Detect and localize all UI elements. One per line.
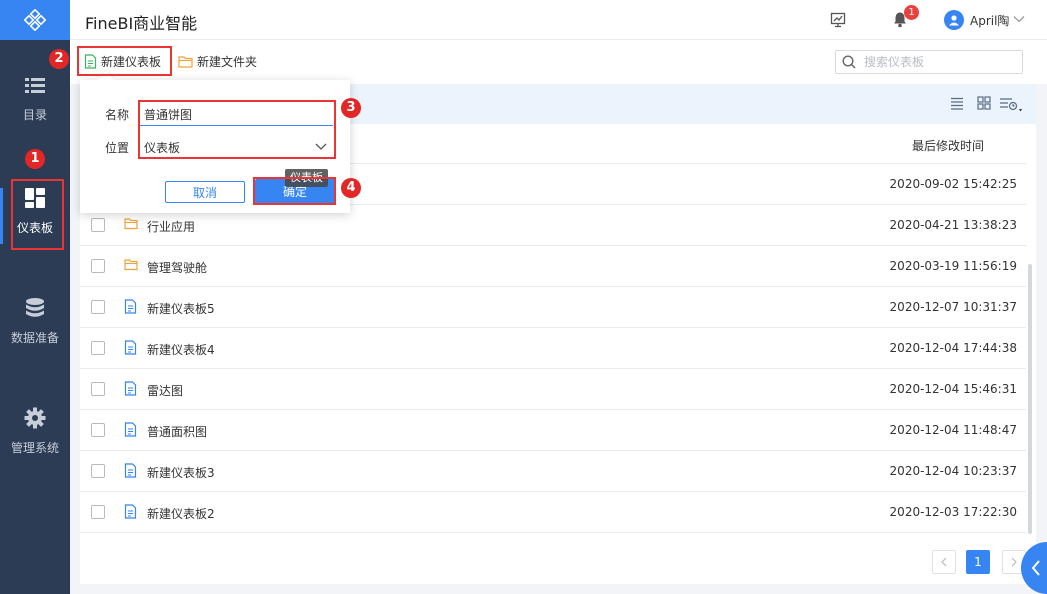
list-icon: [25, 78, 45, 93]
table-row[interactable]: 管理驾驶舱 2020-03-19 11:56:19: [80, 246, 1026, 287]
folder-icon: [124, 259, 138, 271]
table-row[interactable]: 新建仪表板3 2020-12-04 10:23:37: [80, 451, 1026, 492]
sidebar-item-label: 目录: [22, 108, 47, 122]
row-name[interactable]: 新建仪表板2: [147, 505, 215, 522]
row-modified-time: 2020-12-04 10:23:37: [889, 464, 1017, 478]
row-modified-time: 2020-03-19 11:56:19: [889, 259, 1017, 273]
chevron-left-icon: [1031, 560, 1040, 576]
annotation-box-new-dashboard: [77, 46, 172, 76]
chevron-down-icon[interactable]: [1013, 14, 1025, 24]
annotation-box-dashboard: [11, 179, 64, 250]
annotation-box-dialog-fields: [138, 100, 336, 159]
table-row[interactable]: 普通面积图 2020-12-04 11:48:47: [80, 410, 1026, 451]
step-marker-2: 2: [49, 49, 69, 69]
row-name[interactable]: 新建仪表板3: [147, 464, 215, 481]
row-name[interactable]: 新建仪表板4: [147, 341, 215, 358]
list-scrollbar[interactable]: [1028, 264, 1032, 534]
search-input[interactable]: [864, 55, 1014, 69]
folder-icon: [124, 218, 138, 230]
user-name[interactable]: April陶: [970, 12, 1009, 29]
row-modified-time: 2020-12-04 17:44:38: [889, 341, 1017, 355]
step-marker-1: 1: [25, 149, 45, 169]
row-modified-time: 2020-12-07 10:31:37: [889, 300, 1017, 314]
dashboard-file-icon: [124, 381, 137, 396]
sidebar: 目录 仪表板 数据准备 管理系统: [0, 0, 70, 594]
sidebar-item-admin[interactable]: 管理系统: [0, 407, 70, 456]
chevron-left-icon: [941, 557, 947, 567]
cancel-button[interactable]: 取消: [165, 181, 245, 203]
search-box[interactable]: [835, 50, 1023, 74]
last-modified-header[interactable]: 最后修改时间: [912, 137, 984, 154]
table-row[interactable]: 新建仪表板4 2020-12-04 17:44:38: [80, 328, 1026, 369]
app-logo[interactable]: [0, 0, 70, 40]
sidebar-item-label: 管理系统: [10, 441, 59, 455]
location-label: 位置: [105, 141, 130, 155]
table-row[interactable]: 新建仪表板2 2020-12-03 17:22:30: [80, 492, 1026, 533]
list-view-icon[interactable]: [950, 96, 964, 110]
dashboard-file-icon: [124, 340, 137, 355]
dashboard-file-icon: [124, 504, 137, 519]
row-checkbox[interactable]: [91, 464, 105, 478]
sidebar-item-catalog[interactable]: 目录: [0, 76, 70, 123]
row-checkbox[interactable]: [91, 382, 105, 396]
chevron-right-icon: [1011, 557, 1017, 567]
table-row[interactable]: 雷达图 2020-12-04 15:46:31: [80, 369, 1026, 410]
row-checkbox[interactable]: [91, 341, 105, 355]
gear-icon: [24, 407, 46, 429]
new-folder-button[interactable]: 新建文件夹: [178, 53, 257, 70]
dashboard-file-icon: [124, 422, 137, 437]
row-checkbox[interactable]: [91, 218, 105, 232]
new-folder-label: 新建文件夹: [197, 55, 258, 69]
row-name[interactable]: 行业应用: [147, 218, 195, 235]
row-modified-time: 2020-12-04 11:48:47: [889, 423, 1017, 437]
row-checkbox[interactable]: [91, 505, 105, 519]
current-page-button[interactable]: 1: [966, 550, 990, 574]
dashboard-file-icon: [124, 463, 137, 478]
row-checkbox[interactable]: [91, 423, 105, 437]
search-icon: [842, 55, 856, 69]
table-row[interactable]: 新建仪表板5 2020-12-07 10:31:37: [80, 287, 1026, 328]
avatar[interactable]: [944, 10, 964, 30]
name-label: 名称: [105, 108, 130, 122]
dashboard-file-icon: [124, 299, 137, 314]
row-name[interactable]: 新建仪表板5: [147, 300, 215, 317]
sidebar-item-label: 数据准备: [10, 331, 59, 345]
top-header: FineBI商业智能 1 April陶: [70, 0, 1047, 40]
row-modified-time: 2020-12-04 15:46:31: [889, 382, 1017, 396]
row-modified-time: 2020-04-21 13:38:23: [889, 218, 1017, 232]
user-icon: [949, 15, 959, 26]
step-marker-3: 3: [341, 98, 361, 118]
database-icon: [26, 298, 44, 317]
app-title: FineBI商业智能: [85, 14, 198, 33]
step-marker-4: 4: [341, 178, 361, 198]
row-modified-time: 2020-09-02 15:42:25: [889, 177, 1017, 191]
row-name[interactable]: 雷达图: [147, 382, 183, 399]
row-checkbox[interactable]: [91, 300, 105, 314]
dashboard-rows: 2020-09-02 15:42:25 行业应用 2020-04-21 13:3…: [80, 164, 1026, 533]
row-modified-time: 2020-12-03 17:22:30: [889, 505, 1017, 519]
row-checkbox[interactable]: [91, 259, 105, 273]
annotation-box-confirm: [253, 177, 336, 205]
logo-icon: [24, 9, 46, 31]
grid-view-icon[interactable]: [977, 96, 991, 110]
prev-page-button[interactable]: [932, 550, 956, 574]
presentation-icon[interactable]: [830, 12, 846, 28]
sidebar-item-data-prep[interactable]: 数据准备: [0, 297, 70, 346]
notification-badge: 1: [904, 5, 919, 20]
toolbar: 新建仪表板 新建文件夹: [70, 40, 1047, 84]
row-name[interactable]: 管理驾驶舱: [147, 259, 207, 276]
row-name[interactable]: 普通面积图: [147, 423, 207, 440]
new-folder-icon: [178, 56, 193, 68]
sort-icon[interactable]: [999, 96, 1025, 114]
